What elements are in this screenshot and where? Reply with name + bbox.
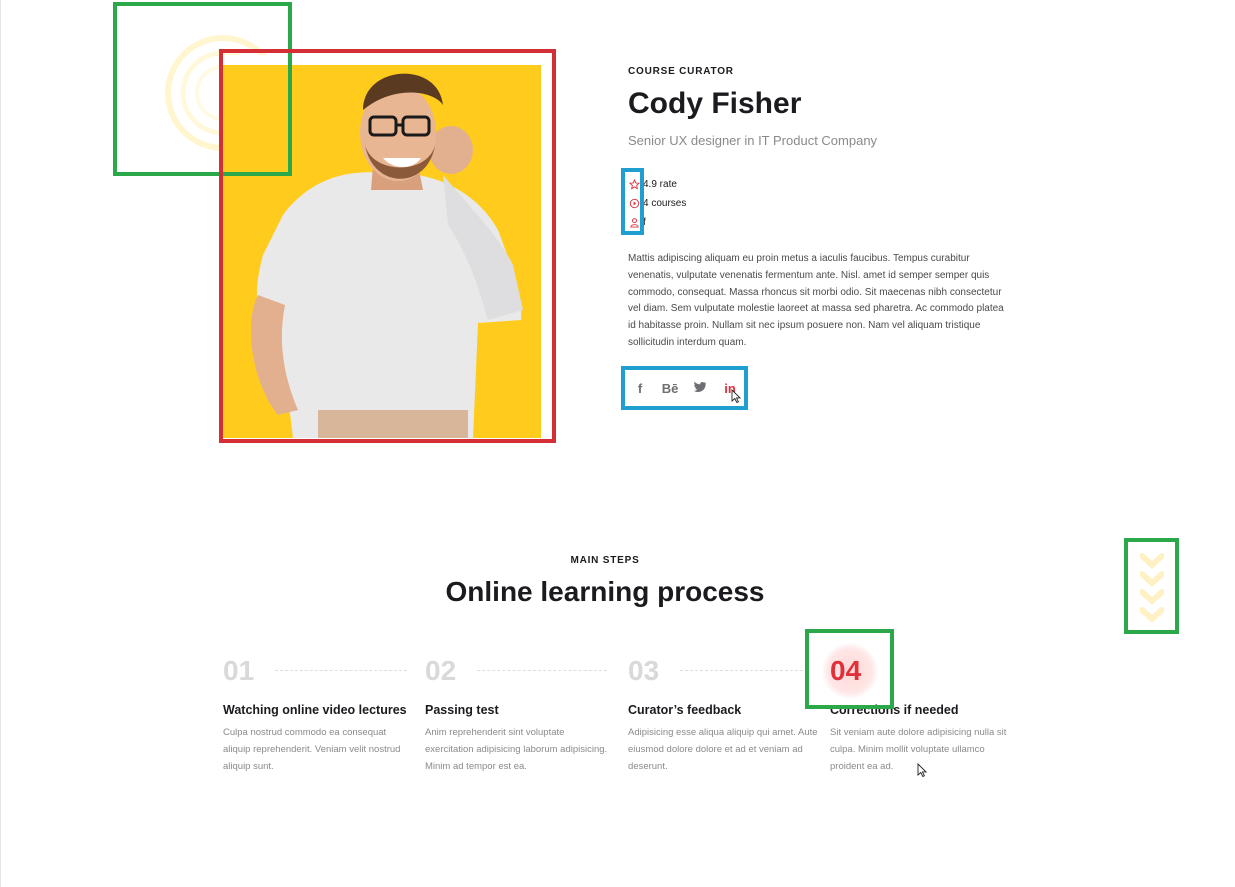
- step-number: 02: [425, 655, 457, 686]
- curator-name: Cody Fisher: [628, 87, 802, 120]
- step-connector: [477, 670, 607, 671]
- page-left-border: [0, 0, 1, 887]
- step-connector: [275, 670, 407, 671]
- step-description: Culpa nostrud commodo ea consequat aliqu…: [223, 727, 401, 772]
- curator-role: Senior UX designer in IT Product Company: [628, 133, 878, 148]
- step-description: Adipisicing esse aliqua aliquip qui amet…: [628, 727, 818, 772]
- step-connector: [680, 670, 808, 671]
- step-number: 01: [223, 655, 255, 686]
- step-card: 01 Watching online video lectures Culpa …: [223, 652, 413, 775]
- step-title: Passing test: [425, 703, 499, 717]
- annotation-box-red: [219, 49, 556, 443]
- step-title: Watching online video lectures: [223, 703, 407, 717]
- step-number: 03: [628, 655, 660, 686]
- annotation-box-blue: [621, 366, 748, 410]
- stat-courses-text: 4 courses: [643, 198, 687, 209]
- steps-title: Online learning process: [445, 576, 765, 607]
- stat-rating-text: 4.9 rate: [643, 179, 677, 190]
- step-description: Anim reprehenderit sint voluptate exerci…: [425, 727, 608, 772]
- curator-eyebrow: COURSE CURATOR: [628, 66, 734, 77]
- mouse-cursor-icon: [917, 763, 927, 777]
- curator-bio: Mattis adipiscing aliquam eu proin metus…: [628, 253, 1004, 348]
- annotation-box-blue: [621, 168, 644, 235]
- annotation-box-green: [805, 629, 894, 709]
- curator-info: COURSE CURATOR Cody Fisher Senior UX des…: [628, 66, 1018, 148]
- steps-eyebrow: MAIN STEPS: [570, 555, 640, 566]
- step-card: 03 Curator’s feedback Adipisicing esse a…: [628, 652, 818, 775]
- annotation-box-green: [1124, 538, 1179, 634]
- step-card: 02 Passing test Anim reprehenderit sint …: [425, 652, 615, 775]
- step-title: Curator’s feedback: [628, 703, 742, 717]
